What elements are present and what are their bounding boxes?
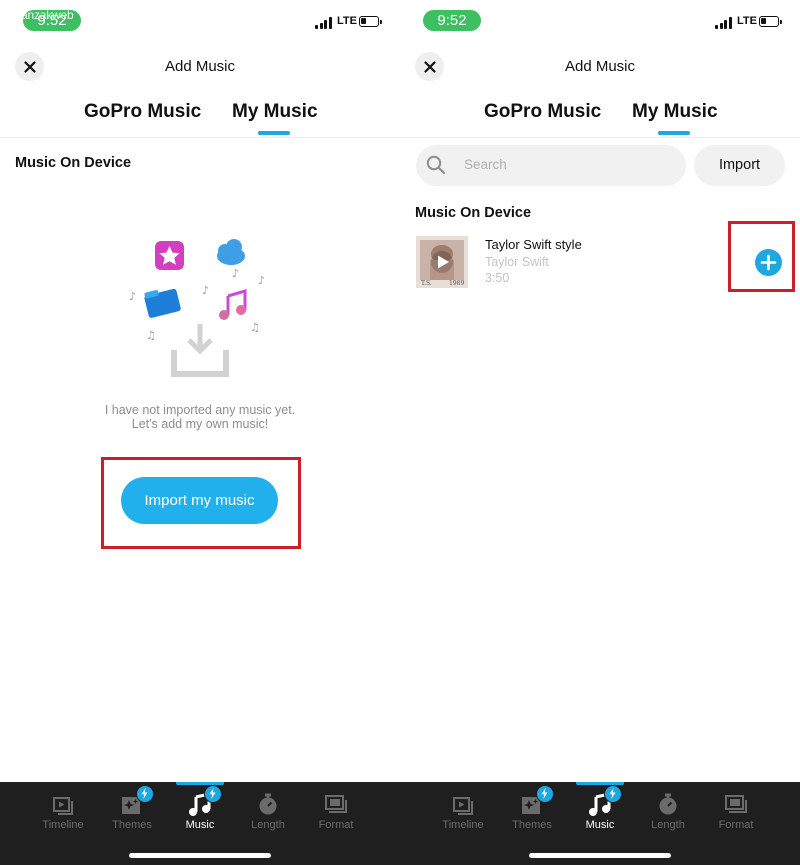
empty-state-line2: Let's add my own music! xyxy=(131,417,269,431)
track-duration: 3:50 xyxy=(485,271,510,285)
annotation-highlight-box xyxy=(101,457,301,549)
status-bar: 9:52 LTE xyxy=(400,0,800,44)
right-screen: 9:52 LTE Add Music GoPro Music My Music … xyxy=(400,0,800,865)
import-button[interactable]: Import xyxy=(694,145,785,186)
nav-label: Music xyxy=(585,819,615,831)
album-caption-left: T.S. xyxy=(421,280,432,287)
bolt-badge-icon xyxy=(204,785,222,803)
svg-text:♫: ♫ xyxy=(146,329,156,342)
nav-music[interactable]: Music xyxy=(166,785,232,836)
nav-timeline[interactable]: Timeline xyxy=(29,790,95,836)
nav-label: Format xyxy=(318,819,354,831)
nav-music[interactable]: Music xyxy=(566,785,632,836)
left-screen: 9:52 anzakweb LTE Add Music GoPro Music … xyxy=(0,0,400,865)
music-note-icon xyxy=(219,288,247,320)
nav-label: Length xyxy=(651,819,685,831)
stopwatch-icon xyxy=(659,793,677,815)
nav-themes[interactable]: Themes xyxy=(98,785,164,836)
search-input[interactable]: Search xyxy=(416,145,686,186)
nav-label: Music xyxy=(185,819,215,831)
cloud-icon xyxy=(217,239,245,265)
folder-icon xyxy=(144,288,181,318)
format-icon xyxy=(725,795,747,813)
page-title: Add Music xyxy=(164,58,236,75)
active-tab-indicator xyxy=(576,782,624,785)
nav-length[interactable]: Length xyxy=(234,790,300,836)
empty-state-line1: I have not imported any music yet. xyxy=(104,403,296,417)
nav-format[interactable]: Format xyxy=(302,790,368,836)
bolt-badge-icon xyxy=(604,785,622,803)
album-caption-right: 1989 xyxy=(449,280,465,287)
nav-label: Themes xyxy=(512,819,552,831)
timeline-icon xyxy=(53,797,73,815)
divider xyxy=(0,137,400,138)
section-title: Music On Device xyxy=(415,205,532,221)
active-tab-indicator xyxy=(258,131,290,135)
album-art-thumbnail: T.S. 1989 xyxy=(416,236,468,288)
nav-timeline[interactable]: Timeline xyxy=(429,790,495,836)
tab-my-music[interactable]: My Music xyxy=(232,101,318,123)
search-icon xyxy=(426,155,446,175)
nav-label: Timeline xyxy=(442,819,484,831)
bolt-badge-icon xyxy=(136,785,154,803)
search-placeholder: Search xyxy=(464,157,507,172)
network-label: LTE xyxy=(737,15,757,27)
svg-text:♪: ♪ xyxy=(129,290,136,303)
tab-my-music[interactable]: My Music xyxy=(632,101,718,123)
divider xyxy=(400,137,800,138)
empty-state-message: I have not imported any music yet. Let's… xyxy=(0,403,400,431)
nav-length[interactable]: Length xyxy=(634,790,700,836)
bolt-badge-icon xyxy=(536,785,554,803)
home-indicator[interactable] xyxy=(129,853,271,858)
battery-icon xyxy=(359,16,382,27)
signal-icon xyxy=(315,17,332,29)
nav-format[interactable]: Format xyxy=(702,790,768,836)
nav-label: Timeline xyxy=(42,819,84,831)
tab-gopro-music[interactable]: GoPro Music xyxy=(484,101,601,123)
empty-music-illustration: ♪ ♪ ♪ ♪ ♫ ♫ xyxy=(129,239,265,377)
stopwatch-icon xyxy=(259,793,277,815)
status-bar: 9:52 anzakweb LTE xyxy=(0,0,400,44)
battery-icon xyxy=(759,16,782,27)
nav-label: Length xyxy=(251,819,285,831)
watermark: anzakweb xyxy=(21,8,74,22)
nav-label: Format xyxy=(718,819,754,831)
format-icon xyxy=(325,795,347,813)
download-tray-icon xyxy=(171,324,229,377)
tab-gopro-music[interactable]: GoPro Music xyxy=(84,101,201,123)
annotation-highlight-box xyxy=(728,221,795,292)
page-title: Add Music xyxy=(564,58,636,75)
star-app-icon xyxy=(155,241,184,270)
status-time: 9:52 xyxy=(423,10,481,31)
nav-label: Themes xyxy=(112,819,152,831)
track-title: Taylor Swift style xyxy=(485,237,582,252)
home-indicator[interactable] xyxy=(529,853,671,858)
timeline-icon xyxy=(453,797,473,815)
network-label: LTE xyxy=(337,15,357,27)
svg-text:♪: ♪ xyxy=(202,284,209,297)
svg-text:♪: ♪ xyxy=(258,274,265,287)
svg-text:♫: ♫ xyxy=(250,321,260,334)
active-tab-indicator xyxy=(176,782,224,785)
nav-themes[interactable]: Themes xyxy=(498,785,564,836)
active-tab-indicator xyxy=(658,131,690,135)
track-artist: Taylor Swift xyxy=(485,255,549,269)
section-title: Music On Device xyxy=(15,155,132,171)
svg-text:♪: ♪ xyxy=(232,267,239,280)
signal-icon xyxy=(715,17,732,29)
